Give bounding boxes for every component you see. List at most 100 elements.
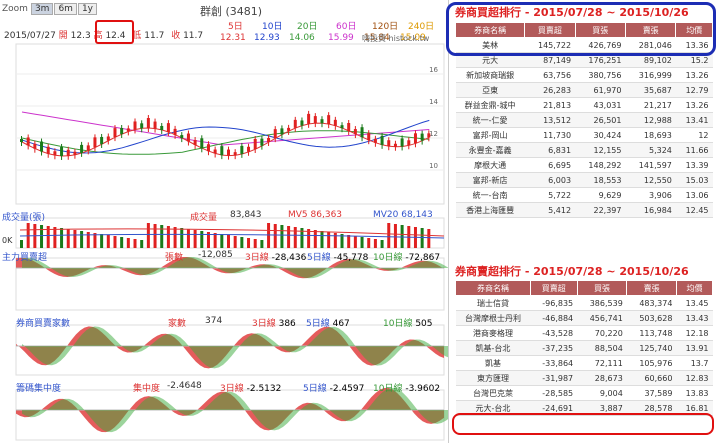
broker-name[interactable]: 群益金鼎-城中	[455, 97, 525, 113]
broker-name[interactable]: 台灣巴克萊	[455, 385, 531, 401]
table-cell: -46,884	[530, 310, 578, 326]
table-row[interactable]: 永豐金-嘉義 6,831 12,155 5,324 11.66	[455, 142, 713, 158]
broker-name[interactable]: 亞東	[455, 82, 525, 98]
broker-name[interactable]: 港商麥格理	[455, 325, 531, 341]
table-row[interactable]: 台灣摩根士丹利 -46,884 456,741 503,628 13.43	[455, 310, 713, 326]
table-cell: 63,756	[524, 67, 576, 83]
table-row[interactable]: 凱基-台北 -37,235 88,504 125,740 13.91	[455, 340, 713, 356]
chart-canvas[interactable]: 16 14 12 10	[0, 0, 448, 443]
broker-name[interactable]: 台灣摩根士丹利	[455, 310, 531, 326]
table-cell: 5,722	[524, 187, 576, 203]
candle	[327, 115, 331, 125]
candle	[113, 128, 117, 138]
table-cell: 12	[675, 127, 713, 143]
volume-bar	[400, 225, 404, 248]
broker-name[interactable]: 東方匯理	[455, 370, 531, 386]
broker-name[interactable]: 新加坡商瑞銀	[455, 67, 525, 83]
volume-bar	[287, 226, 291, 248]
table-row[interactable]: 亞東 26,283 61,970 35,687 12.79	[455, 82, 713, 98]
concentration-value: -2.4648	[167, 381, 202, 391]
candle	[86, 145, 90, 151]
table-cell: 12.79	[675, 82, 713, 98]
zoom-label: Zoom	[2, 4, 28, 14]
candle	[413, 133, 417, 144]
candle	[380, 135, 384, 145]
table-cell: 13.06	[675, 187, 713, 203]
candle	[93, 137, 97, 148]
table-row[interactable]: 群益金鼎-城中 21,813 43,031 21,217 13.26	[455, 97, 713, 113]
volume-bar	[146, 223, 150, 248]
broker-name[interactable]: 永豐金-嘉義	[455, 142, 525, 158]
mv5-label: MV5 86,363	[288, 210, 343, 220]
table-row[interactable]: 摩根大通 6,695 148,292 141,597 13.39	[455, 157, 713, 173]
volume-value: 83,843	[230, 210, 262, 220]
table-row[interactable]: 富邦-新店 6,003 18,553 12,550 15.03	[455, 172, 713, 188]
broker-name[interactable]: 瑞士信貸	[455, 295, 531, 311]
main-force-10d: 10日線 -72,867	[373, 253, 441, 263]
col-header[interactable]: 券商名稱	[455, 280, 531, 296]
chart-area: 16 14 12 10 Zoom 3m 6m 1y 群創 (3481) 5日 12.31…	[0, 0, 448, 443]
ma-0-value: 12.31	[220, 33, 246, 43]
broker-name[interactable]: 統一-台南	[455, 187, 525, 203]
table-cell: 30,424	[575, 127, 626, 143]
volume-bar	[73, 230, 77, 248]
col-header[interactable]: 買張	[576, 280, 628, 296]
sell-ranking-title: 券商賣超排行 - 2015/07/28 ~ 2015/10/26	[455, 265, 689, 278]
candle	[173, 128, 177, 135]
table-cell: 13.7	[676, 355, 713, 371]
price-axis-label: 10	[429, 162, 438, 170]
table-cell: 11.66	[675, 142, 713, 158]
candle	[347, 122, 351, 131]
broker-name[interactable]: 凱基	[455, 355, 531, 371]
volume-bar	[373, 239, 377, 248]
col-header[interactable]: 賣張	[626, 280, 677, 296]
zoom-6m-button[interactable]: 6m	[54, 3, 77, 15]
broker-name[interactable]: 香港上海匯豐	[455, 202, 525, 218]
zoom-1y-button[interactable]: 1y	[77, 3, 98, 15]
brokers-count-negative	[22, 326, 448, 369]
table-cell: 12.45	[675, 202, 713, 218]
table-row[interactable]: 統一-仁愛 13,512 26,501 12,988 13.41	[455, 112, 713, 128]
concentration-3d: 3日線 -2.5132	[220, 384, 282, 394]
table-cell: -31,987	[530, 370, 578, 386]
table-row[interactable]: 新加坡商瑞銀 63,756 380,756 316,999 13.26	[455, 67, 713, 83]
table-row[interactable]: 統一-台南 5,722 9,629 3,906 13.06	[455, 187, 713, 203]
col-header[interactable]: 買賣超	[529, 280, 578, 296]
candle	[287, 127, 291, 131]
brokers-count-unit: 家數	[168, 319, 187, 329]
table-row[interactable]: 東方匯理 -31,987 28,673 60,660 12.83	[455, 370, 713, 386]
table-cell: 13,512	[524, 112, 576, 128]
table-cell: 316,999	[625, 67, 676, 83]
table-cell: -33,864	[530, 355, 578, 371]
zoom-3m-button[interactable]: 3m	[30, 3, 54, 15]
broker-name[interactable]: 凱基-台北	[455, 340, 531, 356]
open-value: 12.3	[70, 31, 91, 41]
table-row[interactable]: 瑞士信貸 -96,835 386,539 483,374 13.45	[455, 295, 713, 311]
candle	[360, 127, 364, 138]
candle	[233, 152, 237, 156]
volume-bar	[233, 236, 237, 248]
volume-bar	[247, 238, 251, 248]
table-cell: 13.41	[675, 112, 713, 128]
broker-name[interactable]: 富邦-岡山	[455, 127, 525, 143]
table-row[interactable]: 港商麥格理 -43,528 70,220 113,748 12.18	[455, 325, 713, 341]
table-cell: 43,031	[575, 97, 626, 113]
candle	[46, 146, 50, 154]
broker-name[interactable]: 統一-仁愛	[455, 112, 525, 128]
table-row[interactable]: 台灣巴克萊 -28,585 9,004 37,589 13.83	[455, 385, 713, 401]
candle	[273, 129, 277, 139]
volume-bar	[186, 229, 190, 248]
main-force-5d: 5日線 -45,778	[307, 253, 369, 263]
volume-bar	[100, 234, 104, 248]
candle	[200, 138, 204, 149]
table-row[interactable]: 香港上海匯豐 5,412 22,397 16,984 12.45	[455, 202, 713, 218]
brokers-count-3d: 3日線 386	[252, 319, 296, 329]
table-row[interactable]: 富邦-岡山 11,730 30,424 18,693 12	[455, 127, 713, 143]
candle	[146, 118, 150, 129]
table-row[interactable]: 凱基 -33,864 72,111 105,976 13.7	[455, 355, 713, 371]
table-cell: 12.83	[676, 370, 713, 386]
col-header[interactable]: 均價	[675, 280, 714, 296]
broker-name[interactable]: 摩根大通	[455, 157, 525, 173]
broker-name[interactable]: 富邦-新店	[455, 172, 525, 188]
candle	[333, 119, 337, 126]
